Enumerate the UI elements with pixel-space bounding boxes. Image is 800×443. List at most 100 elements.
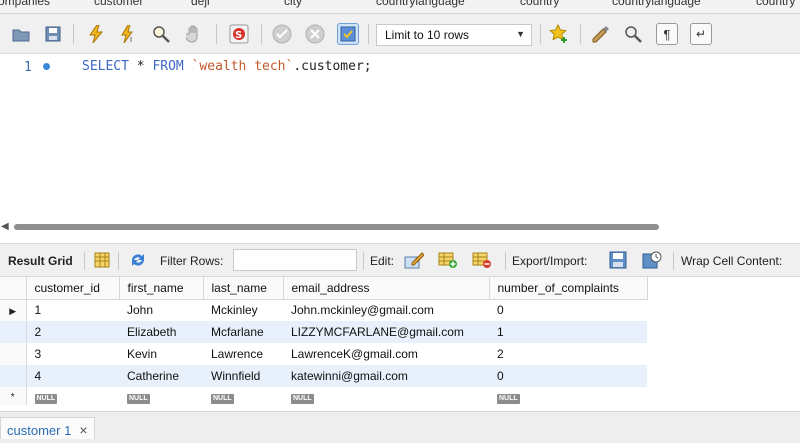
explain-magnifier-icon[interactable] xyxy=(150,23,172,45)
svg-text:S: S xyxy=(235,30,242,41)
table-name: .customer; xyxy=(293,59,372,74)
rollback-icon[interactable] xyxy=(304,23,326,45)
result-toolbar: Result Grid Filter Rows: Edit: Export/Im… xyxy=(0,243,800,277)
sql-statement[interactable]: SELECT * FROM `wealth tech`.customer; xyxy=(82,59,372,74)
null-badge: NULL xyxy=(211,394,234,404)
table-row[interactable]: 3 Kevin Lawrence LawrenceK@gmail.com 2 xyxy=(0,343,647,365)
cell-last-name[interactable]: Lawrence xyxy=(203,343,283,365)
row-gutter xyxy=(0,365,27,387)
chevron-down-icon: ▼ xyxy=(516,29,525,39)
cell-last-name[interactable]: Winnfield xyxy=(203,365,283,387)
result-tab-bar: customer 1 × xyxy=(0,411,800,443)
export-icon[interactable] xyxy=(608,251,628,269)
filter-rows-label: Filter Rows: xyxy=(160,254,224,268)
autocommit-toggle-icon[interactable] xyxy=(337,23,359,45)
null-badge: NULL xyxy=(34,394,58,404)
star-token: * xyxy=(128,59,153,74)
new-cell-email-address[interactable]: NULL xyxy=(283,387,489,405)
cell-customer-id[interactable]: 4 xyxy=(26,365,119,387)
import-icon[interactable] xyxy=(642,251,662,269)
wrap-lines-icon[interactable]: ↵ xyxy=(690,23,712,45)
cell-number-of-complaints[interactable]: 0 xyxy=(489,299,647,321)
edit-row-icon[interactable] xyxy=(404,251,424,269)
tab-customer[interactable]: customer xyxy=(94,0,143,8)
cell-customer-id[interactable]: 3 xyxy=(26,343,119,365)
cell-customer-id[interactable]: 1 xyxy=(26,299,119,321)
cell-first-name[interactable]: Kevin xyxy=(119,343,203,365)
tab-countrylanguage-2[interactable]: countrylanguage xyxy=(612,0,701,8)
cell-customer-id[interactable]: 2 xyxy=(26,321,119,343)
new-cell-last-name[interactable]: NULL xyxy=(203,387,283,405)
cell-number-of-complaints[interactable]: 0 xyxy=(489,365,647,387)
save-icon[interactable] xyxy=(42,23,64,45)
cell-last-name[interactable]: Mckinley xyxy=(203,299,283,321)
commit-icon[interactable] xyxy=(271,23,293,45)
result-grid-label[interactable]: Result Grid xyxy=(8,254,73,268)
cell-last-name[interactable]: Mcfarlane xyxy=(203,321,283,343)
result-tab-label: customer 1 xyxy=(7,423,72,438)
tab-country-2[interactable]: country xyxy=(756,0,795,8)
editor-horizontal-scrollbar[interactable]: ◀ xyxy=(0,219,800,235)
statement-marker-dot xyxy=(43,63,50,70)
filter-rows-input[interactable] xyxy=(233,249,357,271)
tab-countrylanguage[interactable]: countrylanguage xyxy=(376,0,465,8)
column-header-email-address[interactable]: email_address xyxy=(283,277,490,300)
new-cell-first-name[interactable]: NULL xyxy=(119,387,203,405)
find-magnifier-icon[interactable] xyxy=(622,23,644,45)
column-header-last-name[interactable]: last_name xyxy=(203,277,284,300)
stop-on-error-icon[interactable]: S xyxy=(228,23,250,45)
cell-email-address[interactable]: LawrenceK@gmail.com xyxy=(283,343,489,365)
tab-ompanies[interactable]: ompanies xyxy=(0,0,50,8)
sql-editor[interactable]: 1 SELECT * FROM `wealth tech`.customer; xyxy=(0,54,800,219)
cell-first-name[interactable]: Catherine xyxy=(119,365,203,387)
new-cell-customer-id[interactable]: NULL xyxy=(26,387,119,405)
keyword-select: SELECT xyxy=(82,59,129,74)
row-gutter xyxy=(0,321,27,343)
sql-editor-toolbar: I S Limit to 10 rows ▼ ¶ ↵ xyxy=(0,14,800,54)
tab-country[interactable]: country xyxy=(520,0,559,8)
execute-icon[interactable] xyxy=(85,23,107,45)
table-row[interactable]: 2 Elizabeth Mcfarlane LIZZYMCFARLANE@gma… xyxy=(0,321,647,343)
refresh-icon[interactable] xyxy=(128,251,148,269)
cell-number-of-complaints[interactable]: 1 xyxy=(489,321,647,343)
table-row[interactable]: 4 Catherine Winnfield katewinni@gmail.co… xyxy=(0,365,647,387)
limit-rows-select[interactable]: Limit to 10 rows ▼ xyxy=(376,24,532,46)
column-header-customer-id[interactable]: customer_id xyxy=(26,277,120,300)
new-row-marker-icon: * xyxy=(0,387,27,405)
cell-email-address[interactable]: katewinni@gmail.com xyxy=(283,365,489,387)
result-tab-customer-1[interactable]: customer 1 × xyxy=(0,417,95,439)
keyword-from: FROM xyxy=(152,59,184,74)
invisible-chars-icon[interactable]: ¶ xyxy=(656,23,678,45)
new-cell-number-of-complaints[interactable]: NULL xyxy=(489,387,647,405)
insert-row-icon[interactable] xyxy=(438,251,458,269)
cell-email-address[interactable]: John.mckinley@gmail.com xyxy=(283,299,489,321)
open-folder-icon[interactable] xyxy=(10,23,32,45)
tab-city[interactable]: city xyxy=(284,0,302,8)
close-icon[interactable]: × xyxy=(79,422,87,438)
new-row[interactable]: * NULL NULL NULL NULL NULL xyxy=(0,387,647,405)
column-header-first-name[interactable]: first_name xyxy=(119,277,204,300)
cell-first-name[interactable]: John xyxy=(119,299,203,321)
scroll-left-arrow-icon[interactable]: ◀ xyxy=(1,221,9,232)
limit-rows-value: Limit to 10 rows xyxy=(385,28,470,42)
stop-hand-icon[interactable] xyxy=(183,23,205,45)
cell-first-name[interactable]: Elizabeth xyxy=(119,321,203,343)
cell-email-address[interactable]: LIZZYMCFARLANE@gmail.com xyxy=(283,321,489,343)
row-header-corner xyxy=(0,277,27,300)
add-snippet-star-icon[interactable] xyxy=(548,23,570,45)
grid-layout-icon[interactable] xyxy=(92,251,112,269)
execute-current-statement-icon[interactable]: I xyxy=(117,23,139,45)
cell-number-of-complaints[interactable]: 2 xyxy=(489,343,647,365)
result-grid[interactable]: customer_id first_name last_name email_a… xyxy=(0,277,800,407)
beautify-brush-icon[interactable] xyxy=(590,23,612,45)
result-table: customer_id first_name last_name email_a… xyxy=(0,277,648,405)
current-row-indicator-icon: ▶ xyxy=(0,299,27,321)
delete-row-icon[interactable] xyxy=(472,251,492,269)
schema-name: `wealth tech` xyxy=(191,59,294,74)
tab-deji[interactable]: deji xyxy=(191,0,210,8)
table-row[interactable]: ▶ 1 John Mckinley John.mckinley@gmail.co… xyxy=(0,299,647,321)
scrollbar-thumb[interactable] xyxy=(14,224,659,230)
column-header-number-of-complaints[interactable]: number_of_complaints xyxy=(489,277,648,300)
wrap-cell-content-label: Wrap Cell Content: xyxy=(681,254,783,268)
